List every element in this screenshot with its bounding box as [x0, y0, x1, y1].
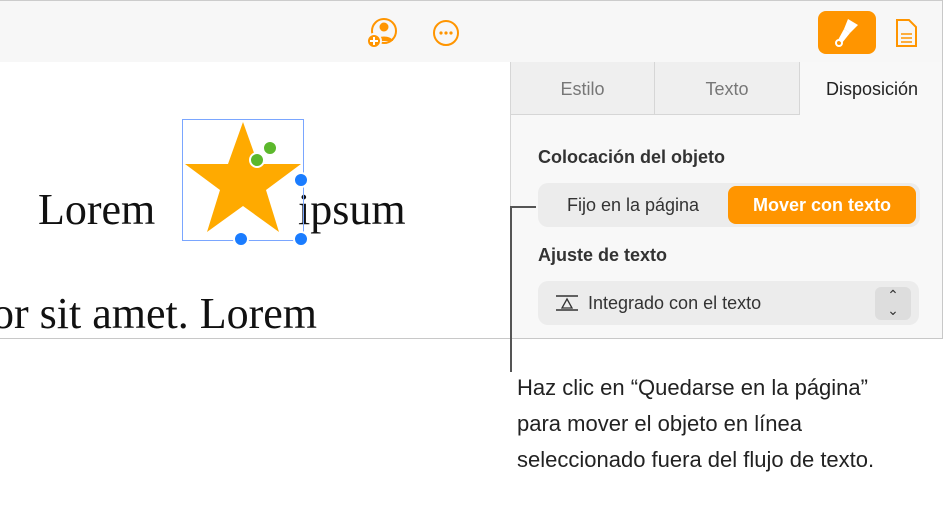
selected-star-object[interactable]	[182, 119, 304, 241]
collaborate-icon[interactable]	[366, 17, 398, 49]
format-button[interactable]	[818, 11, 876, 54]
doc-word: Lorem	[38, 185, 156, 234]
doc-line: or sit amet. Lorem	[0, 289, 318, 338]
fixed-on-page-option[interactable]: Fijo en la página	[538, 183, 728, 227]
more-icon[interactable]	[430, 17, 462, 49]
callout-line	[510, 206, 512, 372]
star-shape	[185, 122, 301, 232]
placement-segmented-control: Fijo en la página Mover con texto	[538, 183, 920, 227]
document-canvas[interactable]: Lorem ipsum or sit amet. Lorem	[0, 62, 510, 338]
document-icon[interactable]	[890, 17, 922, 49]
wrap-heading: Ajuste de texto	[538, 245, 668, 265]
tab-texto[interactable]: Texto	[655, 62, 800, 115]
text-wrap-select[interactable]: Integrado con el texto ⌃ ⌄	[538, 281, 919, 325]
callout-text: Haz clic en “Quedarse en la página” para…	[517, 375, 875, 472]
tab-estilo[interactable]: Estilo	[511, 62, 655, 115]
app-window: Lorem ipsum or sit amet. Lorem Estilo Te…	[0, 0, 943, 339]
placement-heading: Colocación del objeto	[538, 147, 726, 167]
chevron-updown-icon[interactable]: ⌃ ⌄	[875, 287, 911, 320]
move-with-text-option[interactable]: Mover con texto	[728, 186, 916, 224]
inline-wrap-icon	[556, 295, 578, 311]
tab-disposicion[interactable]: Disposición	[800, 62, 942, 114]
doc-word: ipsum	[298, 185, 406, 234]
resize-handle[interactable]	[293, 231, 309, 247]
callout-line	[510, 206, 536, 208]
toolbar	[0, 0, 942, 63]
resize-handle[interactable]	[233, 231, 249, 247]
format-brush-icon	[835, 19, 858, 47]
wrap-value: Integrado con el texto	[588, 293, 762, 313]
format-sidebar: Estilo Texto Disposición Colocación del …	[510, 62, 942, 338]
resize-handle[interactable]	[293, 172, 309, 188]
